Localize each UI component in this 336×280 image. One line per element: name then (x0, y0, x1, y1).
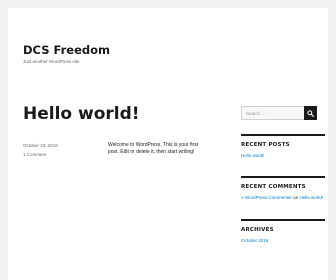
archive-link[interactable]: October 2016 (241, 238, 268, 243)
recent-post-link[interactable]: Hello world! (241, 153, 265, 158)
search-button[interactable] (304, 106, 317, 120)
post-date-link[interactable]: October 23, 2016 (23, 142, 83, 149)
post-comments-link[interactable]: 1 Comment (23, 151, 83, 158)
recent-posts-list: Hello world! (241, 153, 325, 160)
archives-title: ARCHIVES (241, 227, 274, 233)
comment-post-link[interactable]: Hello world! (299, 195, 323, 200)
post-content: Welcome to WordPress. This is your first… (108, 142, 199, 155)
archives-list: October 2016 (241, 238, 325, 245)
list-item: Hello world! (241, 153, 325, 160)
comment-on-text: on (293, 194, 299, 200)
list-item: October 2016 (241, 238, 325, 245)
recent-comments-title: RECENT COMMENTS (241, 183, 306, 190)
search-icon (307, 109, 314, 117)
post-meta: October 23, 2016 1 Comment (23, 142, 83, 158)
site-title-link[interactable]: DCS Freedom (23, 43, 110, 57)
recent-posts-title: RECENT POSTS (241, 142, 290, 148)
search-form (241, 106, 317, 120)
post-title[interactable]: Hello world! (23, 104, 140, 124)
archives-widget: ARCHIVES October 2016 (241, 219, 325, 245)
search-input[interactable] (242, 107, 304, 119)
page-container: DCS Freedom Just another WordPress site … (8, 8, 328, 280)
list-item: A WordPress Commenter on Hello world! (241, 195, 325, 202)
recent-posts-widget: RECENT POSTS Hello world! (241, 134, 325, 160)
recent-comments-widget: RECENT COMMENTS A WordPress Commenter on… (241, 175, 325, 202)
recent-comments-list: A WordPress Commenter on Hello world! (241, 195, 325, 202)
sidebar: RECENT POSTS Hello world! RECENT COMMENT… (241, 106, 325, 245)
site-description: Just another WordPress site (23, 59, 80, 64)
comment-author-link[interactable]: A WordPress Commenter (241, 195, 292, 200)
site-header: DCS Freedom Just another WordPress site (23, 43, 110, 65)
